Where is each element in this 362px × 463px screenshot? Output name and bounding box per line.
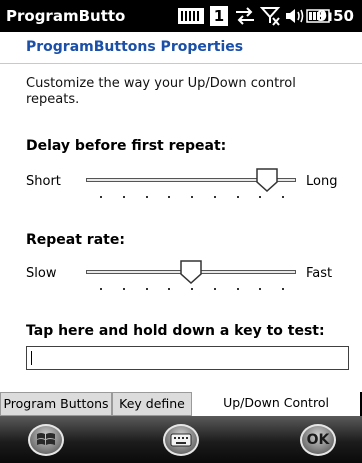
- signal-off-icon[interactable]: [260, 0, 282, 32]
- tab-up-down-control[interactable]: Up/Down Control: [192, 392, 362, 416]
- text-caret: [31, 351, 32, 365]
- notification-badge[interactable]: 1: [210, 0, 228, 32]
- slider-tick: [214, 288, 216, 290]
- status-bar: ProgramButto 1 9:50: [0, 0, 362, 32]
- volume-icon[interactable]: [284, 0, 306, 32]
- tab-strip: Program Buttons Key define Up/Down Contr…: [0, 392, 362, 416]
- slider-tick: [237, 196, 239, 198]
- slider-tick: [123, 288, 125, 290]
- delay-label: Delay before first repeat:: [26, 138, 227, 154]
- clock[interactable]: 9:50: [317, 0, 354, 32]
- key-test-input[interactable]: [26, 346, 349, 370]
- slider-tick: [191, 288, 193, 290]
- repeat-rate-min-label: Slow: [26, 266, 57, 281]
- slider-tick: [214, 196, 216, 198]
- sync-icon[interactable]: [234, 0, 256, 32]
- app-title[interactable]: ProgramButto: [6, 0, 174, 32]
- slider-tick: [282, 288, 284, 290]
- input-panel-button[interactable]: [163, 424, 199, 456]
- windows-start-icon: [37, 433, 55, 445]
- slider-tick: [168, 196, 170, 198]
- delay-min-label: Short: [26, 174, 61, 189]
- softkey-bar: OK: [0, 416, 362, 463]
- notification-count: 1: [210, 6, 228, 26]
- repeat-rate-slider[interactable]: [86, 258, 296, 294]
- slider-tick: [100, 288, 102, 290]
- keyboard-icon: [170, 433, 192, 447]
- slider-tick: [259, 196, 261, 198]
- slider-tick: [168, 288, 170, 290]
- keyboard-status-icon[interactable]: [178, 0, 204, 32]
- delay-slider-thumb[interactable]: [256, 168, 278, 192]
- description-text: Customize the way your Up/Down control r…: [26, 76, 296, 107]
- slider-tick: [100, 196, 102, 198]
- delay-max-label: Long: [306, 174, 338, 189]
- start-button[interactable]: [28, 424, 64, 456]
- test-label: Tap here and hold down a key to test:: [26, 323, 325, 339]
- page-title: ProgramButtons Properties: [26, 39, 244, 55]
- repeat-rate-max-label: Fast: [306, 266, 333, 281]
- slider-tick: [282, 196, 284, 198]
- repeat-rate-label: Repeat rate:: [26, 232, 125, 248]
- ok-button[interactable]: OK: [300, 424, 336, 456]
- delay-slider[interactable]: [86, 166, 296, 202]
- slider-tick: [237, 288, 239, 290]
- slider-tick: [191, 196, 193, 198]
- slider-tick: [123, 196, 125, 198]
- slider-tick: [259, 288, 261, 290]
- page-header: ProgramButtons Properties: [0, 32, 362, 64]
- tab-program-buttons[interactable]: Program Buttons: [0, 392, 112, 416]
- repeat-rate-slider-thumb[interactable]: [180, 260, 202, 284]
- ok-label: OK: [306, 432, 330, 448]
- slider-tick: [146, 196, 148, 198]
- slider-tick: [146, 288, 148, 290]
- tab-key-define[interactable]: Key define: [112, 392, 192, 416]
